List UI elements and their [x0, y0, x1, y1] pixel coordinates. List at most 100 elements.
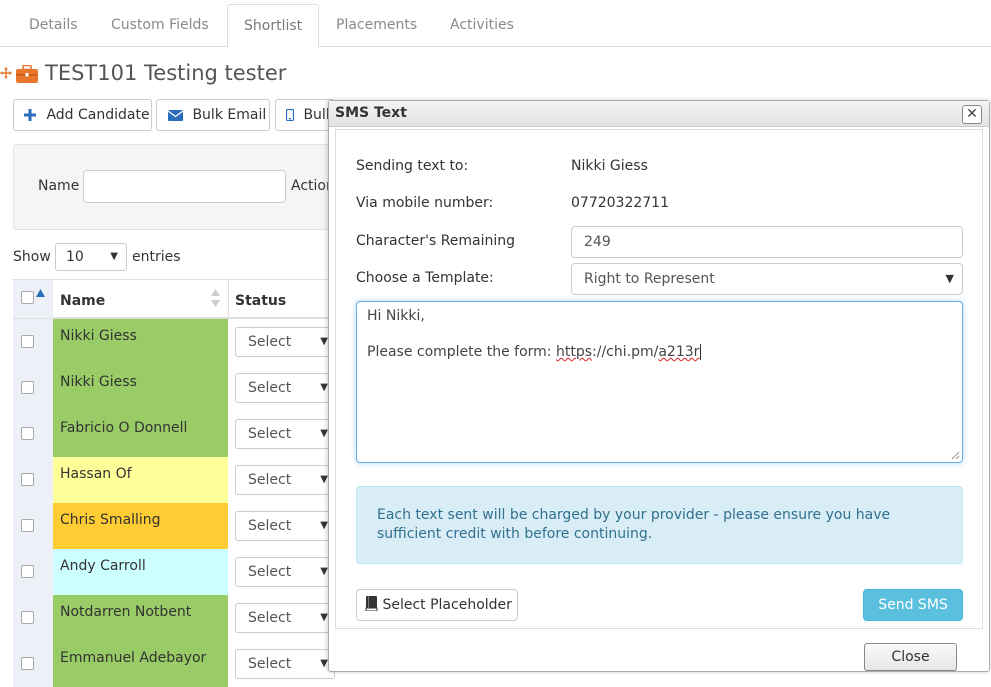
status-select[interactable]: Select ▼ — [235, 649, 335, 679]
status-select[interactable]: Select ▼ — [235, 603, 335, 633]
candidate-name[interactable]: Emmanuel Adebayor — [53, 641, 228, 687]
row-checkbox[interactable] — [21, 657, 34, 670]
row-checkbox[interactable] — [21, 611, 34, 624]
show-label: Show — [13, 249, 51, 265]
tab-bar: Details Custom Fields Shortlist Placemen… — [0, 0, 991, 48]
move-icon[interactable] — [0, 67, 12, 79]
close-icon[interactable]: ✕ — [962, 105, 982, 124]
add-candidate-button[interactable]: Add Candidate — [13, 99, 152, 131]
message-line: Hi Nikki, — [367, 308, 425, 324]
status-cell: Select ▼ — [228, 411, 335, 457]
tab-details[interactable]: Details — [13, 4, 94, 47]
tab-placements[interactable]: Placements — [320, 4, 433, 47]
status-cell: Select ▼ — [228, 503, 335, 549]
candidate-name[interactable]: Notdarren Notbent — [53, 595, 228, 641]
candidate-name[interactable]: Chris Smalling — [53, 503, 228, 549]
row-checkbox-cell — [13, 411, 53, 457]
page-title: TEST101 Testing tester — [45, 61, 287, 85]
status-select-value: Select — [248, 472, 292, 488]
send-sms-button[interactable]: Send SMS — [863, 589, 963, 621]
status-column-header[interactable]: Status — [235, 280, 286, 318]
message-link-text: a213r — [658, 344, 700, 360]
status-cell: Select ▼ — [228, 365, 335, 411]
chevron-down-icon: ▼ — [320, 612, 328, 623]
tab-shortlist[interactable]: Shortlist — [227, 4, 320, 48]
table-row[interactable]: Notdarren Notbent Select ▼ — [13, 595, 335, 641]
dialog-body: Sending text to: Nikki Giess Via mobile … — [335, 129, 983, 629]
table-row[interactable]: Nikki Giess Select ▼ — [13, 319, 335, 365]
resize-grip-icon[interactable] — [951, 451, 960, 460]
select-all-checkbox[interactable] — [21, 291, 34, 304]
row-checkbox[interactable] — [21, 427, 34, 440]
table-row[interactable]: Hassan Of Select ▼ — [13, 457, 335, 503]
row-checkbox[interactable] — [21, 381, 34, 394]
message-link-text: ://chi.pm/ — [592, 344, 659, 360]
select-placeholder-button[interactable]: Select Placeholder — [356, 589, 518, 621]
status-select[interactable]: Select ▼ — [235, 419, 335, 449]
plus-icon — [24, 109, 36, 121]
status-select-value: Select — [248, 426, 292, 442]
tab-activities[interactable]: Activities — [434, 4, 530, 47]
filter-panel: Name Action — [13, 144, 335, 230]
characters-remaining-label: Character's Remaining — [356, 233, 516, 249]
table-row[interactable]: Chris Smalling Select ▼ — [13, 503, 335, 549]
table-row[interactable]: Andy Carroll Select ▼ — [13, 549, 335, 595]
briefcase-icon — [16, 65, 38, 83]
message-line: Please complete the form: https://chi.pm… — [367, 344, 952, 362]
status-select-value: Select — [248, 656, 292, 672]
row-checkbox-cell — [13, 549, 53, 595]
mobile-number-value: 07720322711 — [571, 195, 669, 211]
tab-custom-fields[interactable]: Custom Fields — [95, 4, 225, 47]
sending-to-value: Nikki Giess — [571, 158, 648, 174]
name-filter-input[interactable] — [83, 170, 286, 203]
sort-asc-icon[interactable] — [36, 289, 45, 297]
message-text: Please complete the form: — [367, 344, 556, 360]
row-checkbox-cell — [13, 595, 53, 641]
row-checkbox[interactable] — [21, 473, 34, 486]
select-all-cell — [13, 280, 53, 318]
candidate-name[interactable]: Hassan Of — [53, 457, 228, 503]
status-select-value: Select — [248, 610, 292, 626]
status-select[interactable]: Select ▼ — [235, 557, 335, 587]
sending-to-label: Sending text to: — [356, 158, 469, 174]
table-row[interactable]: Fabricio O Donnell Select ▼ — [13, 411, 335, 457]
entries-label: entries — [132, 249, 181, 265]
status-cell: Select ▼ — [228, 641, 335, 687]
bulk-email-button[interactable]: Bulk Email — [156, 99, 270, 131]
mobile-phone-icon — [286, 109, 294, 121]
sort-both-icon[interactable] — [211, 289, 220, 307]
row-checkbox[interactable] — [21, 335, 34, 348]
dialog-titlebar[interactable]: SMS Text ✕ — [329, 101, 989, 127]
close-button[interactable]: Close — [864, 643, 957, 671]
candidate-name[interactable]: Nikki Giess — [53, 319, 228, 365]
dialog-title: SMS Text — [335, 105, 407, 121]
envelope-icon — [168, 109, 183, 121]
name-column-header[interactable]: Name — [60, 280, 105, 318]
row-checkbox[interactable] — [21, 565, 34, 578]
chevron-down-icon: ▼ — [320, 520, 328, 531]
status-select[interactable]: Select ▼ — [235, 465, 335, 495]
status-select-value: Select — [248, 380, 292, 396]
status-select[interactable]: Select ▼ — [235, 511, 335, 541]
characters-remaining-field: 249 — [571, 226, 963, 258]
message-textarea[interactable]: Hi Nikki, Please complete the form: http… — [356, 301, 963, 463]
row-checkbox-cell — [13, 457, 53, 503]
chevron-down-icon: ▼ — [320, 336, 328, 347]
row-checkbox-cell — [13, 365, 53, 411]
select-placeholder-label: Select Placeholder — [382, 597, 512, 613]
row-checkbox[interactable] — [21, 519, 34, 532]
status-cell: Select ▼ — [228, 319, 335, 365]
table-row[interactable]: Emmanuel Adebayor Select ▼ — [13, 641, 335, 687]
status-select[interactable]: Select ▼ — [235, 373, 335, 403]
chevron-down-icon: ▼ — [320, 382, 328, 393]
status-cell: Select ▼ — [228, 595, 335, 641]
status-select-value: Select — [248, 564, 292, 580]
table-row[interactable]: Nikki Giess Select ▼ — [13, 365, 335, 411]
template-select[interactable]: Right to Represent ▼ — [571, 263, 963, 295]
candidate-name[interactable]: Nikki Giess — [53, 365, 228, 411]
page-length-select[interactable]: 10 ▼ — [55, 243, 127, 271]
candidate-name[interactable]: Fabricio O Donnell — [53, 411, 228, 457]
status-select[interactable]: Select ▼ — [235, 327, 335, 357]
candidate-name[interactable]: Andy Carroll — [53, 549, 228, 595]
bulk-sms-button[interactable]: Bulk — [275, 99, 335, 131]
